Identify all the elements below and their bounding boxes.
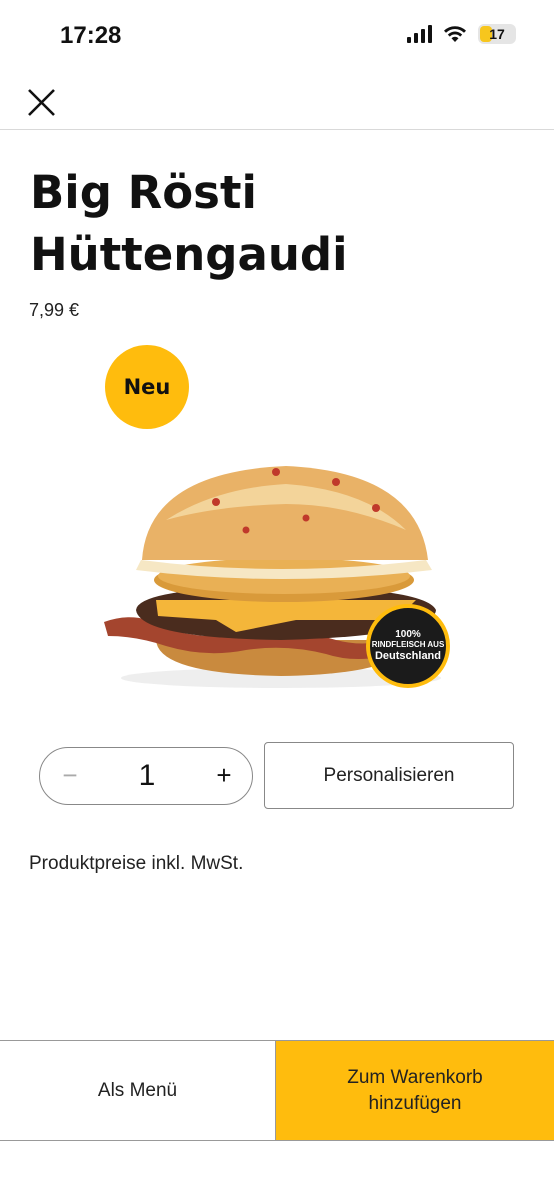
product-title: Big Rösti Hüttengaudi [30,166,348,281]
tax-note: Produktpreise inkl. MwSt. [29,853,244,874]
status-icons: 17 [407,24,516,44]
wifi-icon [444,26,466,42]
battery-icon: 17 [478,24,516,44]
beef-badge-text: RINDFLEISCH AUS [371,640,445,649]
beef-origin-badge: 100% RINDFLEISCH AUS Deutschland [366,604,450,688]
increase-quantity-button[interactable]: + [212,760,236,790]
new-badge-label: Neu [123,375,171,399]
personalize-button[interactable]: Personalisieren [264,742,514,809]
signal-icon [407,25,432,43]
status-bar: 17:28 17 [0,0,554,74]
status-time: 17:28 [60,22,122,49]
quantity-stepper: − 1 + [39,747,253,805]
as-menu-button[interactable]: Als Menü [0,1041,276,1140]
nav-bar [0,74,554,130]
close-icon [28,89,55,116]
decrease-quantity-button[interactable]: − [58,760,82,790]
beef-badge-country: Deutschland [374,650,441,662]
bottom-action-bar: Als Menü Zum Warenkorb hinzufügen [0,1040,554,1141]
add-to-cart-button[interactable]: Zum Warenkorb hinzufügen [276,1041,554,1140]
new-badge: Neu [105,345,189,429]
quantity-value: 1 [138,759,156,792]
close-button[interactable] [22,80,62,120]
product-price: 7,99 € [29,300,80,320]
beef-badge-percent: 100% [395,629,421,640]
battery-level: 17 [489,26,505,42]
